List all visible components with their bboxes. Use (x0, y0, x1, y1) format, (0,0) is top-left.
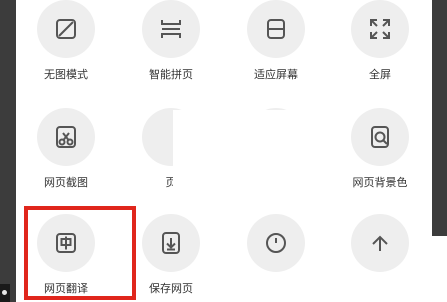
translate-icon (37, 214, 95, 272)
menu-item-upload[interactable] (330, 214, 430, 280)
background-edge-right (432, 0, 447, 236)
menu-item-fullscreen[interactable]: 全屏 (330, 0, 430, 82)
no-image-icon (37, 0, 95, 58)
menu-item-screenshot[interactable]: 网页截图 (16, 108, 116, 190)
background-edge-left (0, 0, 16, 302)
save-page-icon (142, 214, 200, 272)
menu-item-label: 适应屏幕 (254, 68, 298, 81)
smart-merge-icon (142, 0, 200, 58)
menu-item-label: 网页背景色 (352, 176, 408, 189)
menu-item-save-page[interactable]: 保存网页 (121, 214, 221, 296)
fullscreen-icon (351, 0, 409, 58)
menu-item-smart-merge[interactable]: 智能拼页 (121, 0, 221, 82)
menu-item-label: 保存网页 (149, 282, 193, 295)
menu-item-label: 无图模式 (44, 68, 88, 81)
menu-item-fit-screen[interactable]: 适应屏幕 (226, 0, 326, 82)
fit-screen-icon (247, 0, 305, 58)
scissors-icon (37, 108, 95, 166)
menu-item-translate[interactable]: 网页翻译 (16, 214, 116, 296)
menu-item-label: 网页截图 (44, 176, 88, 189)
clock-icon (247, 214, 305, 272)
background-color-icon (351, 108, 409, 166)
blank-overlay (173, 110, 309, 190)
menu-item-label: 全屏 (369, 68, 391, 81)
menu-item-background-color[interactable]: 网页背景色 (330, 108, 430, 190)
menu-item-label: 智能拼页 (149, 68, 193, 81)
menu-item-label: 网页翻译 (44, 282, 88, 295)
background-edge-bottom (0, 284, 10, 302)
tools-menu-panel: 无图模式 智能拼页 适应屏幕 全屏 网页截图 页 网页背景色 网页翻译 保存网页 (16, 0, 432, 302)
menu-item-history[interactable] (226, 214, 326, 280)
upload-icon (351, 214, 409, 272)
menu-item-no-image[interactable]: 无图模式 (16, 0, 116, 82)
